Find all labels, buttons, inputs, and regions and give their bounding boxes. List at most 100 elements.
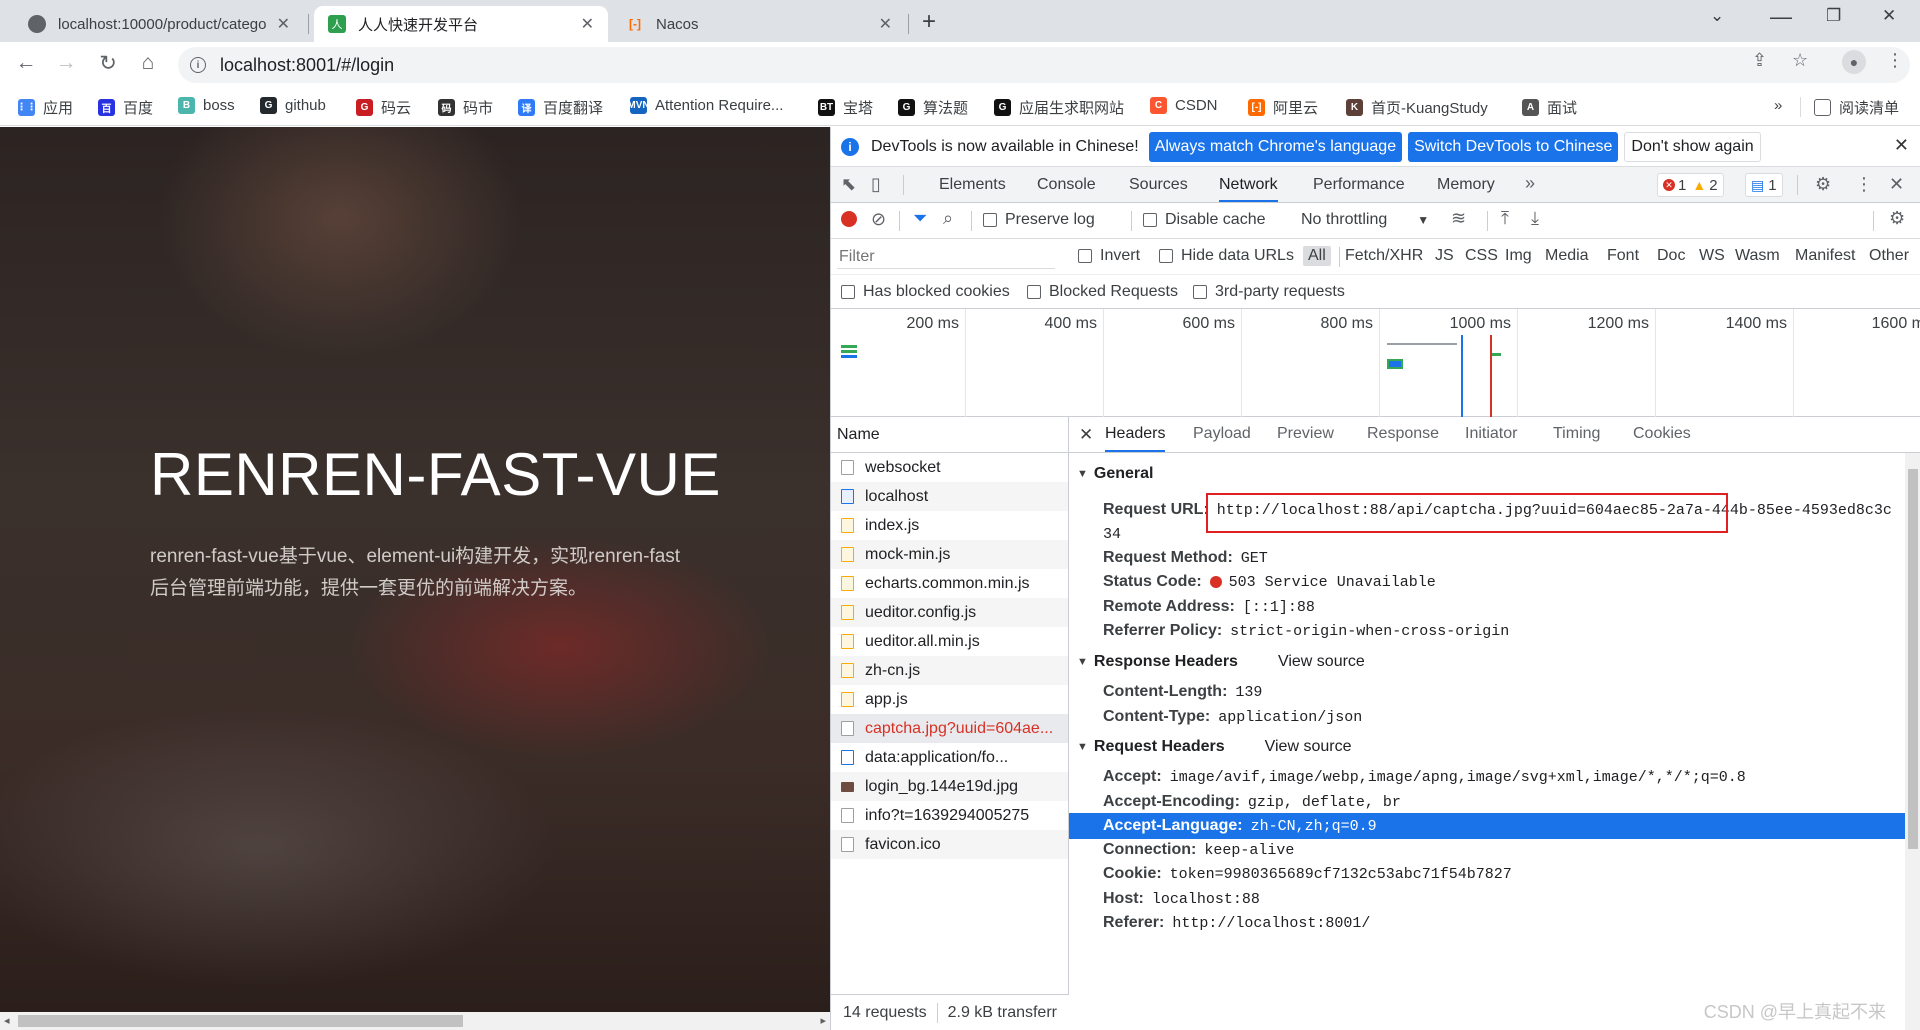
tab-payload[interactable]: Payload <box>1193 425 1251 443</box>
dont-show-again-button[interactable]: Don't show again <box>1624 131 1761 162</box>
name-column-header[interactable]: Name <box>831 417 1068 453</box>
request-row[interactable]: captcha.jpg?uuid=604ae... <box>831 714 1068 743</box>
back-arrow-icon[interactable]: ← <box>12 51 40 75</box>
request-view-source-link[interactable]: View source <box>1265 738 1352 756</box>
window-close-icon[interactable]: ✕ <box>1882 6 1896 26</box>
scroll-left-arrow-icon[interactable]: ◂ <box>4 1014 10 1027</box>
browser-tab-product[interactable]: localhost:10000/product/catego ✕ <box>14 6 304 42</box>
response-headers-section-header[interactable]: ▼ Response Headers View source <box>1077 653 1365 671</box>
minimize-icon[interactable]: — <box>1770 4 1792 30</box>
tab-preview[interactable]: Preview <box>1277 425 1334 443</box>
url-text[interactable]: localhost:8001/#/login <box>220 55 394 76</box>
new-tab-button[interactable]: + <box>922 8 936 36</box>
inspect-element-icon[interactable]: ⬉ <box>841 174 856 195</box>
close-detail-icon[interactable]: ✕ <box>1079 425 1093 445</box>
request-row[interactable]: websocket <box>831 453 1068 482</box>
close-devtools-icon[interactable]: ✕ <box>1889 174 1904 195</box>
hide-data-urls-checkbox[interactable]: Hide data URLs <box>1159 247 1294 265</box>
bookmark-item[interactable]: K 首页-KuangStudy <box>1346 97 1488 118</box>
bookmark-item[interactable]: C CSDN <box>1150 97 1218 114</box>
close-icon[interactable]: ✕ <box>277 14 290 34</box>
filter-type-manifest[interactable]: Manifest <box>1795 247 1855 265</box>
tab-network[interactable]: Network <box>1219 176 1278 202</box>
filter-type-fetch-xhr[interactable]: Fetch/XHR <box>1345 247 1423 265</box>
bookmark-item[interactable]: G 码云 <box>356 97 411 118</box>
third-party-requests-checkbox[interactable]: 3rd-party requests <box>1193 283 1345 301</box>
request-row[interactable]: info?t=1639294005275 <box>831 801 1068 830</box>
bookmark-item[interactable]: [-] 阿里云 <box>1248 97 1318 118</box>
request-row[interactable]: mock-min.js <box>831 540 1068 569</box>
browser-tab-nacos[interactable]: [-] Nacos ✕ <box>612 6 906 42</box>
filter-input[interactable] <box>837 245 1055 269</box>
filter-type-all[interactable]: All <box>1303 246 1331 266</box>
clear-log-icon[interactable]: ⊘ <box>871 209 886 230</box>
issues-errors-warnings-badge[interactable]: ✕ 1 ▲ 2 <box>1657 173 1724 197</box>
blocked-requests-checkbox[interactable]: Blocked Requests <box>1027 283 1178 301</box>
detail-vertical-scrollbar[interactable] <box>1905 453 1920 1030</box>
filter-type-ws[interactable]: WS <box>1699 247 1725 265</box>
tab-timing[interactable]: Timing <box>1553 425 1600 443</box>
scroll-right-arrow-icon[interactable]: ▸ <box>820 1014 826 1027</box>
filter-funnel-icon[interactable]: ⏷ <box>913 208 927 229</box>
scrollbar-thumb[interactable] <box>1908 469 1918 849</box>
bookmark-item[interactable]: Bboss <box>178 97 235 114</box>
general-section-header[interactable]: ▼ General <box>1077 465 1153 483</box>
filter-type-doc[interactable]: Doc <box>1657 247 1685 265</box>
bookmark-item[interactable]: 译百度翻译 <box>518 97 603 118</box>
tab-elements[interactable]: Elements <box>939 176 1006 194</box>
request-row[interactable]: zh-cn.js <box>831 656 1068 685</box>
request-row[interactable]: index.js <box>831 511 1068 540</box>
page-horizontal-scrollbar[interactable]: ◂ ▸ <box>0 1012 830 1030</box>
request-row[interactable]: login_bg.144e19d.jpg <box>831 772 1068 801</box>
home-icon[interactable]: ⌂ <box>134 51 162 75</box>
menu-kebab-icon[interactable]: ⋮ <box>1886 50 1904 71</box>
browser-tab-renren[interactable]: 人 人人快速开发平台 ✕ <box>314 6 608 42</box>
bookmark-item[interactable]: G 应届生求职网站 <box>994 97 1124 118</box>
scrollbar-thumb[interactable] <box>18 1015 463 1027</box>
close-icon[interactable]: ✕ <box>879 14 892 34</box>
filter-type-img[interactable]: Img <box>1505 247 1532 265</box>
filter-type-js[interactable]: JS <box>1435 247 1454 265</box>
request-row[interactable]: ueditor.config.js <box>831 598 1068 627</box>
request-row[interactable]: echarts.common.min.js <box>831 569 1068 598</box>
bookmark-item[interactable]: Ggithub <box>260 97 326 114</box>
settings-gear-icon[interactable]: ⚙ <box>1815 174 1831 195</box>
has-blocked-cookies-checkbox[interactable]: Has blocked cookies <box>841 283 1010 301</box>
reload-icon[interactable]: ↻ <box>94 51 122 76</box>
tab-memory[interactable]: Memory <box>1437 176 1495 194</box>
request-row[interactable]: app.js <box>831 685 1068 714</box>
request-row[interactable]: favicon.ico <box>831 830 1068 859</box>
filter-type-other[interactable]: Other <box>1869 247 1909 265</box>
tab-cookies[interactable]: Cookies <box>1633 425 1691 443</box>
close-icon[interactable]: ✕ <box>581 14 594 34</box>
restore-icon[interactable]: ❐ <box>1826 6 1841 26</box>
network-settings-gear-icon[interactable]: ⚙ <box>1889 208 1905 229</box>
request-headers-section-header[interactable]: ▼ Request Headers View source <box>1077 738 1351 756</box>
forward-arrow-icon[interactable]: → <box>52 51 80 75</box>
address-bar[interactable]: i localhost:8001/#/login <box>178 47 1910 83</box>
bookmark-item[interactable]: MVN Attention Require... <box>627 97 783 114</box>
filter-type-wasm[interactable]: Wasm <box>1735 247 1780 265</box>
record-stop-icon[interactable] <box>841 211 857 227</box>
bookmark-item[interactable]: ⋮⋮ 应用 <box>17 97 73 118</box>
bookmark-item[interactable]: 百百度 <box>98 97 153 118</box>
filter-type-css[interactable]: CSS <box>1465 247 1498 265</box>
import-har-upload-icon[interactable]: ⤒ <box>1501 208 1509 229</box>
more-tabs-chevron-icon[interactable]: » <box>1525 173 1535 194</box>
request-row[interactable]: localhost <box>831 482 1068 511</box>
throttling-select[interactable]: No throttling ▼ <box>1301 211 1429 229</box>
site-info-icon[interactable]: i <box>190 57 206 73</box>
switch-devtools-chinese-button[interactable]: Switch DevTools to Chinese <box>1408 131 1619 162</box>
share-icon[interactable]: ⇪ <box>1752 50 1767 71</box>
filter-type-media[interactable]: Media <box>1545 247 1589 265</box>
always-match-language-button[interactable]: Always match Chrome's language <box>1148 131 1403 162</box>
request-header-row-selected[interactable]: Accept-Language: zh-CN,zh;q=0.9 <box>1069 813 1905 839</box>
request-row[interactable]: ueditor.all.min.js <box>831 627 1068 656</box>
tab-search-icon[interactable]: ⌄ <box>1710 6 1724 26</box>
tab-headers[interactable]: Headers <box>1105 425 1166 452</box>
profile-avatar-icon[interactable]: ● <box>1842 50 1866 74</box>
export-har-download-icon[interactable]: ⤓ <box>1531 208 1539 229</box>
bookmark-item[interactable]: G 算法题 <box>898 97 968 118</box>
disable-cache-checkbox[interactable]: Disable cache <box>1143 211 1266 229</box>
tab-initiator[interactable]: Initiator <box>1465 425 1517 443</box>
